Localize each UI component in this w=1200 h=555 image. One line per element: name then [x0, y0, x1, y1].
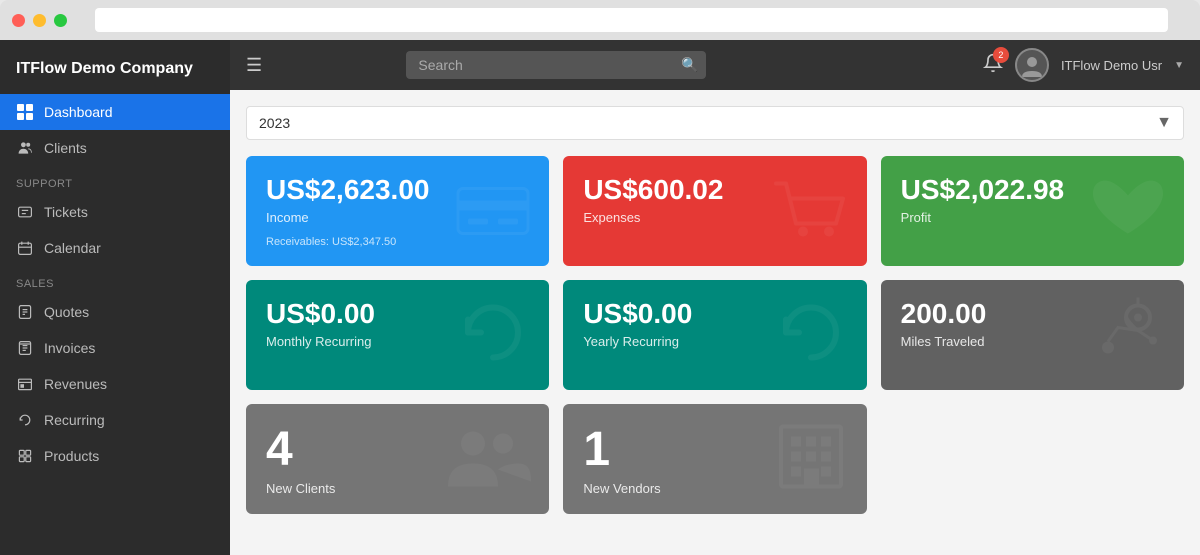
sales-section-label: SALES [0, 266, 230, 294]
sidebar-quotes-label: Quotes [44, 304, 89, 320]
sidebar-item-invoices[interactable]: Invoices [0, 330, 230, 366]
refresh-icon-yearly [771, 298, 851, 373]
sidebar-item-calendar[interactable]: Calendar [0, 230, 230, 266]
search-container: 🔍 [406, 51, 706, 79]
sidebar-item-tickets[interactable]: Tickets [0, 194, 230, 230]
notification-badge: 2 [993, 47, 1009, 63]
sidebar-dashboard-label: Dashboard [44, 104, 113, 120]
search-input[interactable] [406, 51, 706, 79]
new-clients-card: 4 New Clients [246, 404, 549, 514]
year-selector-container: 2020 2021 2022 2023 2024 ▼ [246, 106, 1184, 140]
products-icon [16, 447, 34, 465]
yearly-recurring-card: US$0.00 Yearly Recurring [563, 280, 866, 390]
sidebar-item-recurring[interactable]: Recurring [0, 402, 230, 438]
people-icon [443, 422, 533, 497]
income-card: US$2,623.00 Income Receivables: US$2,347… [246, 156, 549, 266]
sidebar: ITFlow Demo Company Dashboard [0, 40, 230, 555]
location-icon [1088, 293, 1168, 378]
sidebar-item-dashboard[interactable]: Dashboard [0, 94, 230, 130]
notifications-bell[interactable]: 2 [983, 53, 1003, 78]
sidebar-item-products[interactable]: Products [0, 438, 230, 474]
sidebar-item-revenues[interactable]: Revenues [0, 366, 230, 402]
profit-card: US$2,022.98 Profit [881, 156, 1184, 266]
user-dropdown-caret[interactable]: ▼ [1174, 60, 1184, 71]
dashboard-icon [16, 103, 34, 121]
brand-name: ITFlow Demo Company [0, 48, 230, 94]
main-content: 2020 2021 2022 2023 2024 ▼ US$2,623.00 I… [230, 90, 1200, 555]
new-vendors-card: 1 New Vendors [563, 404, 866, 514]
sidebar-products-label: Products [44, 448, 99, 464]
hamburger-menu[interactable]: ☰ [246, 55, 262, 76]
top-navbar: ☰ 🔍 2 [230, 40, 1200, 90]
avatar [1015, 48, 1049, 82]
refresh-icon-monthly [453, 298, 533, 373]
sidebar-tickets-label: Tickets [44, 204, 88, 220]
expenses-card: US$600.02 Expenses [563, 156, 866, 266]
clients-icon [16, 139, 34, 157]
app-container: ITFlow Demo Company Dashboard [0, 40, 1200, 555]
building-icon [771, 417, 851, 502]
sidebar-item-clients[interactable]: Clients [0, 130, 230, 166]
sidebar-clients-label: Clients [44, 140, 87, 156]
nav-right: 2 ITFlow Demo Usr ▼ [983, 48, 1184, 82]
cart-icon [771, 174, 851, 249]
recurring-icon [16, 411, 34, 429]
quotes-icon [16, 303, 34, 321]
address-bar[interactable] [95, 8, 1168, 32]
search-icon[interactable]: 🔍 [681, 57, 698, 74]
revenues-icon [16, 375, 34, 393]
maximize-button[interactable] [54, 14, 67, 27]
tickets-icon [16, 203, 34, 221]
window-chrome [0, 0, 1200, 40]
sidebar-revenues-label: Revenues [44, 376, 107, 392]
year-select[interactable]: 2020 2021 2022 2023 2024 [246, 106, 1184, 140]
sidebar-invoices-label: Invoices [44, 340, 95, 356]
sidebar-calendar-label: Calendar [44, 240, 101, 256]
creditcard-icon [453, 179, 533, 244]
minimize-button[interactable] [33, 14, 46, 27]
heart-icon [1088, 174, 1168, 249]
support-section-label: SUPPORT [0, 166, 230, 194]
calendar-icon [16, 239, 34, 257]
close-button[interactable] [12, 14, 25, 27]
user-label[interactable]: ITFlow Demo Usr [1061, 58, 1162, 73]
sidebar-recurring-label: Recurring [44, 412, 105, 428]
invoices-icon [16, 339, 34, 357]
dashboard-grid: US$2,623.00 Income Receivables: US$2,347… [246, 156, 1184, 514]
miles-traveled-card: 200.00 Miles Traveled [881, 280, 1184, 390]
monthly-recurring-card: US$0.00 Monthly Recurring [246, 280, 549, 390]
sidebar-item-quotes[interactable]: Quotes [0, 294, 230, 330]
